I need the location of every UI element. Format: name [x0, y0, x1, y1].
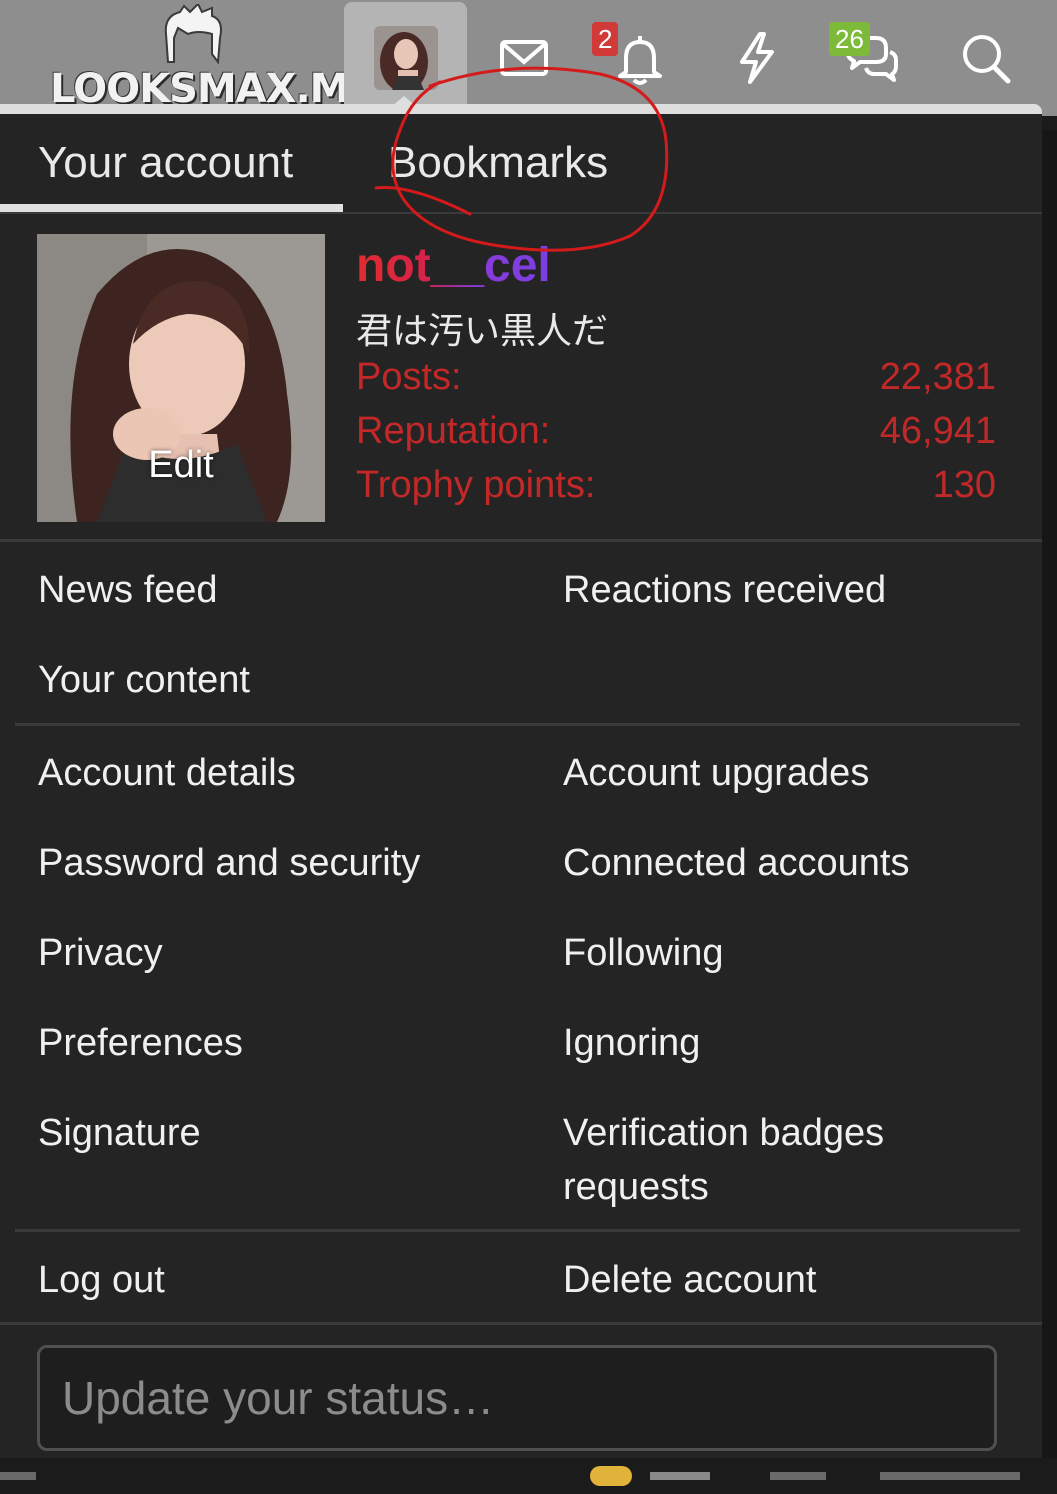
stat-label: Reputation:	[356, 410, 551, 452]
tab-bookmarks[interactable]: Bookmarks	[388, 138, 608, 188]
logo-hair-icon	[164, 4, 222, 64]
link-account-details[interactable]: Account details	[38, 746, 296, 800]
profile-avatar[interactable]: Edit	[37, 234, 325, 522]
link-line: Verification badges	[563, 1112, 885, 1154]
link-connected-accounts[interactable]: Connected accounts	[563, 836, 909, 890]
link-reactions-received[interactable]: Reactions received	[563, 563, 886, 617]
link-password-and-security[interactable]: Password and security	[38, 836, 420, 890]
tab-your-account[interactable]: Your account	[38, 138, 293, 188]
mail-icon[interactable]	[494, 30, 554, 86]
link-news-feed[interactable]: News feed	[38, 563, 218, 617]
stat-reputation: Reputation: 46,941	[356, 410, 996, 456]
stat-posts: Posts: 22,381	[356, 356, 996, 402]
stat-label: Trophy points:	[356, 464, 596, 506]
stat-value[interactable]: 130	[933, 464, 996, 507]
link-account-upgrades[interactable]: Account upgrades	[563, 746, 869, 800]
edit-avatar-label[interactable]: Edit	[37, 444, 325, 487]
stat-value[interactable]: 22,381	[880, 356, 996, 399]
status-input[interactable]	[37, 1345, 997, 1451]
link-log-out[interactable]: Log out	[38, 1253, 165, 1307]
link-following[interactable]: Following	[563, 926, 724, 980]
link-delete-account[interactable]: Delete account	[563, 1253, 817, 1307]
site-logo[interactable]: LOOKSMAX.ME	[50, 4, 376, 112]
stat-label: Posts:	[356, 356, 462, 398]
stat-value[interactable]: 46,941	[880, 410, 996, 453]
conversations-badge: 26	[829, 22, 870, 56]
link-preferences[interactable]: Preferences	[38, 1016, 243, 1070]
bolt-icon[interactable]	[726, 30, 786, 86]
link-signature[interactable]: Signature	[38, 1106, 201, 1160]
alerts-badge: 2	[592, 22, 619, 56]
stat-trophy-points: Trophy points: 130	[356, 464, 996, 510]
dropdown-pointer	[390, 96, 418, 108]
search-icon[interactable]	[956, 30, 1016, 86]
menu-divider	[15, 1229, 1020, 1232]
nav-avatar-icon	[374, 26, 438, 90]
link-privacy[interactable]: Privacy	[38, 926, 163, 980]
link-your-content[interactable]: Your content	[38, 653, 250, 707]
top-navigation-bar: LOOKSMAX.ME 2 26	[0, 0, 1057, 116]
active-tab-indicator	[0, 204, 343, 212]
link-verification-badges-requests[interactable]: Verification badges requests	[563, 1106, 884, 1214]
account-tabs: Your account Bookmarks	[0, 114, 1042, 214]
bell-icon[interactable]	[610, 30, 670, 86]
link-line: requests	[563, 1166, 709, 1208]
page-gutter	[1042, 130, 1057, 1494]
page-behind-dropdown	[0, 1458, 1057, 1494]
username[interactable]: not__cel	[356, 238, 551, 293]
profile-summary: Edit not__cel 君は汚い黒人だ Posts: 22,381 Repu…	[0, 214, 1042, 542]
link-ignoring[interactable]: Ignoring	[563, 1016, 700, 1070]
user-title: 君は汚い黒人だ	[356, 311, 609, 352]
menu-footer-divider	[0, 1322, 1042, 1325]
menu-divider	[15, 723, 1020, 726]
